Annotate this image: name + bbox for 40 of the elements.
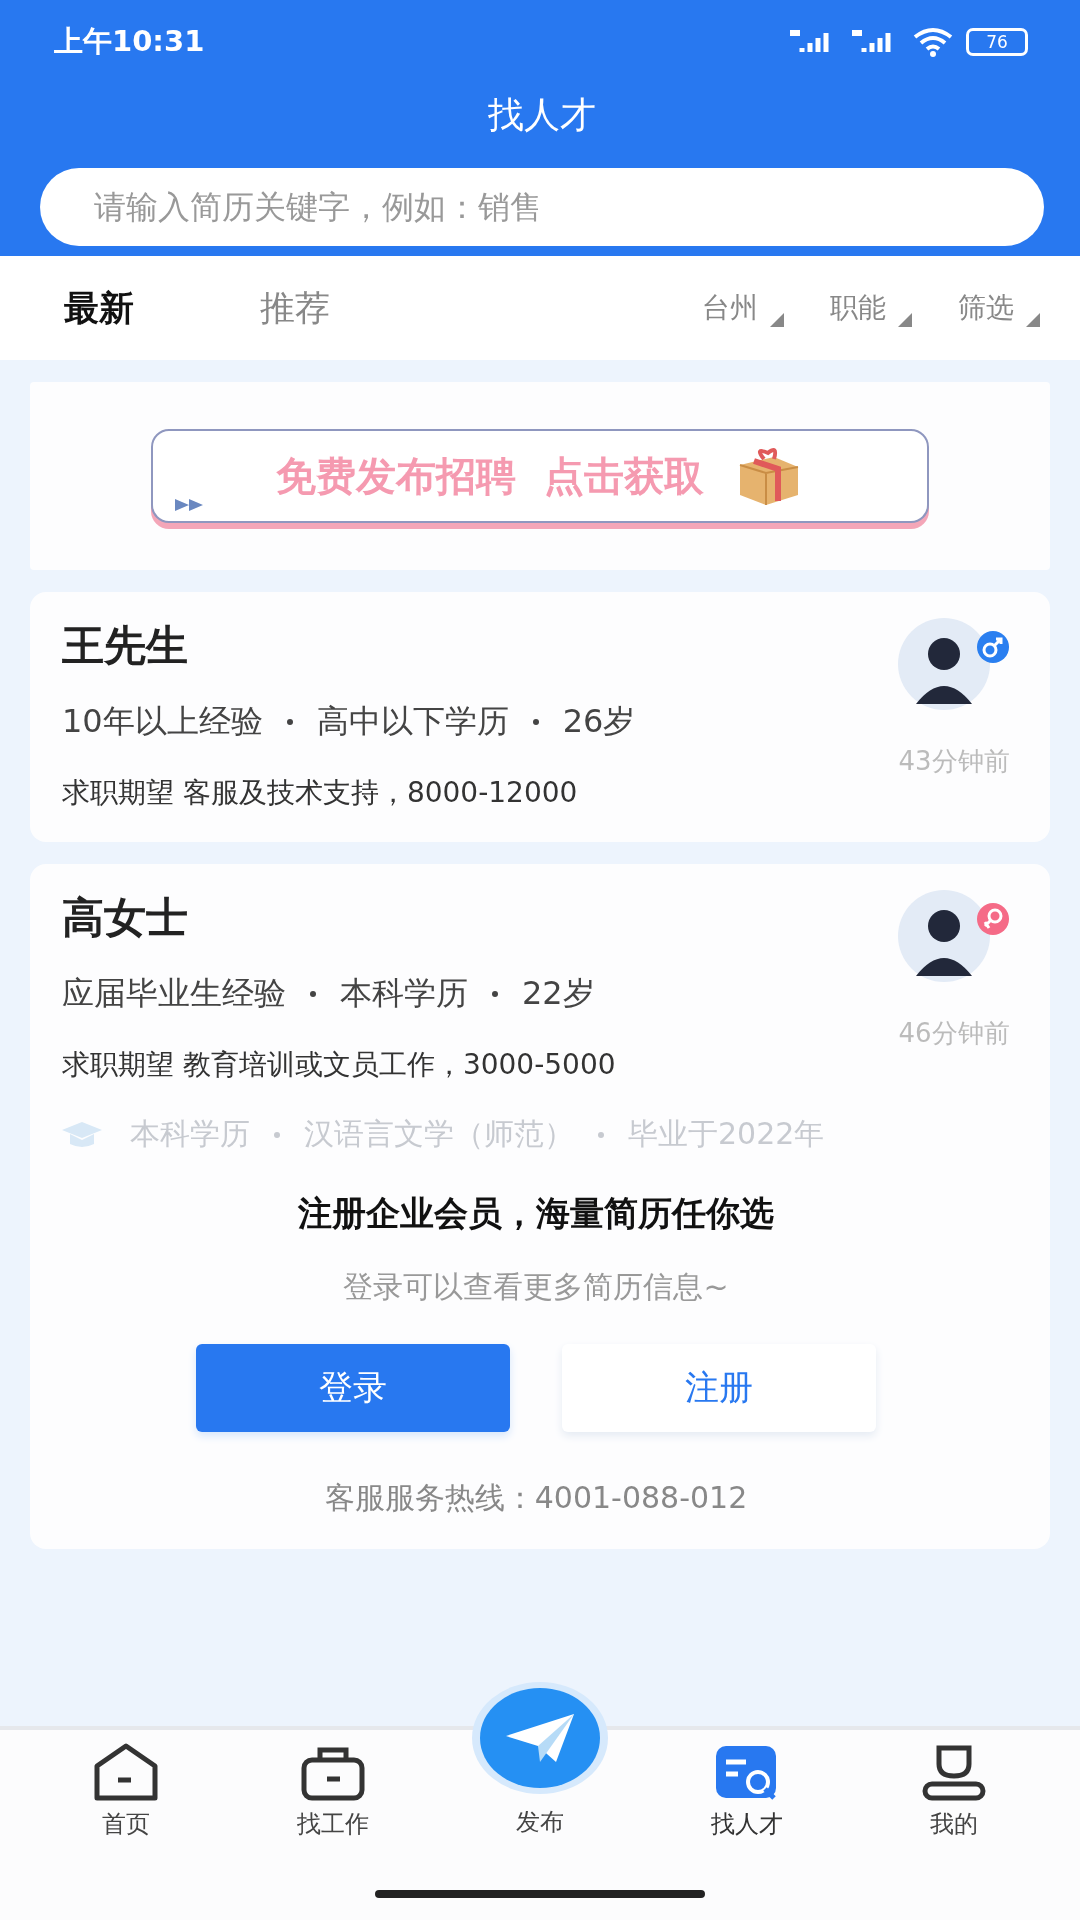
nav-item[interactable]: 我的: [879, 1742, 1030, 1840]
resume-detail: 22岁: [522, 973, 595, 1014]
female-icon: [976, 902, 1010, 936]
battery-indicator: 76: [966, 28, 1028, 56]
dropdown-triangle-icon: [898, 313, 912, 327]
male-icon: [976, 630, 1010, 664]
dropdown-triangle-icon: [1026, 313, 1040, 327]
search-field[interactable]: 请输入简历关键字，例如：销售: [40, 168, 1044, 246]
posted-time: 43分钟前: [898, 745, 1010, 778]
dropdown-triangle-icon: [770, 313, 784, 327]
graduation-cap-icon: [62, 1119, 102, 1150]
nav-item[interactable]: 发布: [464, 1680, 615, 1838]
fast-forward-icon: [175, 499, 205, 511]
resume-detail: 应届毕业生经验: [62, 973, 286, 1014]
nav-item[interactable]: 首页: [50, 1742, 201, 1840]
filter-dropdown[interactable]: 台州: [702, 289, 784, 327]
tab[interactable]: 推荐: [260, 284, 330, 332]
resume-card[interactable]: 王先生 10年以上经验 高中以下学历 26岁 求职期望 客服及技术支持，8000-12000 43分钟前: [30, 592, 1050, 842]
status-time: 上午10:31: [54, 23, 205, 60]
prompt-subtitle: 登录可以查看更多简历信息~: [343, 1268, 729, 1306]
register-button[interactable]: 注册: [562, 1344, 876, 1432]
job-expectation: 求职期望 教育培训或文员工作，3000-5000: [62, 1047, 616, 1083]
prompt-title: 注册企业会员，海量简历任你选: [298, 1192, 774, 1235]
nav-item[interactable]: 找人才: [672, 1742, 823, 1840]
candidate-name: 王先生: [62, 620, 189, 672]
login-button[interactable]: 登录: [196, 1344, 510, 1432]
page-title: 找人才: [487, 93, 597, 137]
resume-detail: 10年以上经验: [62, 701, 263, 742]
resume-detail: 高中以下学历: [316, 701, 509, 742]
resume-detail: 26岁: [562, 701, 636, 742]
resume-detail: 本科学历: [340, 973, 468, 1014]
filter-dropdown[interactable]: 筛选: [958, 289, 1040, 327]
hotline-text: 客服服务热线：4001-088-012: [324, 1479, 748, 1517]
posted-time: 46分钟前: [898, 1017, 1010, 1050]
filter-dropdown[interactable]: 职能: [830, 289, 912, 327]
tab[interactable]: 最新: [64, 284, 134, 332]
job-expectation: 求职期望 客服及技术支持，8000-12000: [62, 775, 579, 811]
nav-item[interactable]: 找工作: [257, 1742, 408, 1840]
candidate-name: 高女士: [62, 892, 189, 944]
wifi-icon: [912, 27, 954, 57]
